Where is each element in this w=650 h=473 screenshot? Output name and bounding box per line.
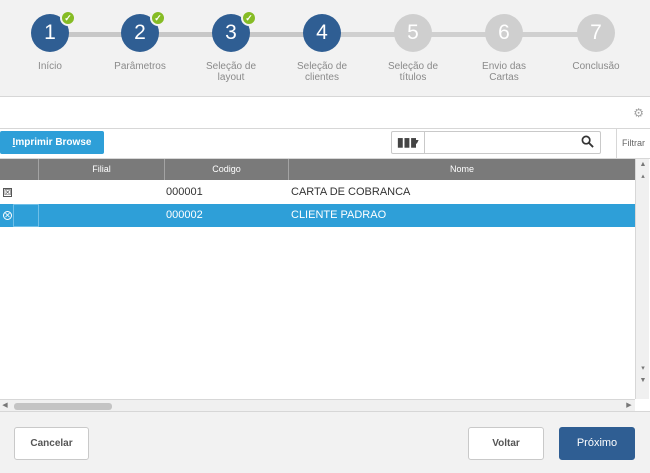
step-label: Seleção de títulos xyxy=(387,61,439,83)
scroll-up-icon[interactable]: ▴ xyxy=(636,171,650,183)
step-6: 6 Envio das Cartas xyxy=(459,14,549,83)
step-label: Conclusão xyxy=(572,61,620,72)
scroll-down-icon[interactable]: ▾ xyxy=(636,363,650,375)
step-circle: 5 xyxy=(394,14,432,52)
step-1: 1 ✓ Início xyxy=(5,10,95,72)
step-5: 5 Seleção de títulos xyxy=(368,14,458,83)
next-button[interactable]: Próximo xyxy=(559,427,635,460)
divider xyxy=(616,129,617,158)
columns-dropdown[interactable]: ▮▮▮ ▼ xyxy=(392,132,425,153)
check-icon: ✓ xyxy=(241,10,257,26)
browse-grid: Filial Codigo Nome ☒ 000001 CARTA DE COB… xyxy=(0,158,650,412)
table-row-selected[interactable]: ✕ 000002 CLIENTE PADRAO xyxy=(0,204,635,227)
step-circle: 7 xyxy=(577,14,615,52)
step-circle: 4 xyxy=(303,14,341,52)
scrollbar-thumb[interactable] xyxy=(14,403,112,410)
header-mark xyxy=(0,159,39,180)
scroll-top-icon[interactable]: ▲ xyxy=(636,159,650,171)
step-3: 3 ✓ Seleção de layout xyxy=(186,10,276,83)
cancel-button[interactable]: Cancelar xyxy=(14,427,89,460)
chevron-down-icon: ▼ xyxy=(413,139,420,146)
check-icon: ✓ xyxy=(60,10,76,26)
wizard-stepper: 1 ✓ Início 2 ✓ Parâmetros 3 ✓ Seleção de… xyxy=(0,0,650,97)
step-label: Seleção de clientes xyxy=(296,61,348,83)
cell-codigo: 000001 xyxy=(166,186,203,198)
wizard-footer: Cancelar Voltar Próximo xyxy=(0,411,650,473)
cell-nome: CARTA DE COBRANCA xyxy=(291,186,411,198)
search-icon[interactable] xyxy=(581,135,594,148)
header-nome[interactable]: Nome xyxy=(289,159,635,180)
cell-nome: CLIENTE PADRAO xyxy=(291,209,387,221)
table-row[interactable]: ☒ 000001 CARTA DE COBRANCA xyxy=(0,181,635,204)
vertical-scrollbar[interactable]: ▲ ▴ ▾ ▼ xyxy=(635,159,649,399)
check-icon: ✓ xyxy=(150,10,166,26)
header-filial[interactable]: Filial xyxy=(39,159,165,180)
search-input[interactable] xyxy=(426,132,576,153)
scroll-bottom-icon[interactable]: ▼ xyxy=(636,375,650,387)
step-label: Parâmetros xyxy=(114,61,166,72)
step-label: Envio das Cartas xyxy=(482,61,526,83)
step-circle: 3 ✓ xyxy=(212,10,257,52)
cell-codigo: 000002 xyxy=(166,209,203,221)
step-circle: 2 ✓ xyxy=(121,10,166,52)
print-browse-button[interactable]: Imprimir Browse xyxy=(0,131,104,154)
filter-button[interactable]: Filtrar xyxy=(622,138,645,148)
step-circle: 6 xyxy=(485,14,523,52)
step-7: 7 Conclusão xyxy=(551,14,641,72)
back-button[interactable]: Voltar xyxy=(468,427,544,460)
gear-icon[interactable]: ⚙ xyxy=(633,106,644,120)
settings-row: ⚙ xyxy=(0,98,650,129)
row-checkbox[interactable]: ☒ xyxy=(3,188,12,197)
step-4: 4 Seleção de clientes xyxy=(277,14,367,83)
step-2: 2 ✓ Parâmetros xyxy=(95,10,185,72)
grid-header: Filial Codigo Nome xyxy=(0,159,635,180)
search-box: ▮▮▮ ▼ xyxy=(391,131,601,154)
step-circle: 1 ✓ xyxy=(31,10,76,52)
step-label: Seleção de layout xyxy=(205,61,257,83)
header-codigo[interactable]: Codigo xyxy=(165,159,289,180)
row-checkbox[interactable]: ✕ xyxy=(3,211,12,220)
browse-toolbar: Imprimir Browse ▮▮▮ ▼ Filtrar xyxy=(0,129,650,158)
step-label: Início xyxy=(38,61,62,72)
cell-focus-box xyxy=(13,204,39,227)
